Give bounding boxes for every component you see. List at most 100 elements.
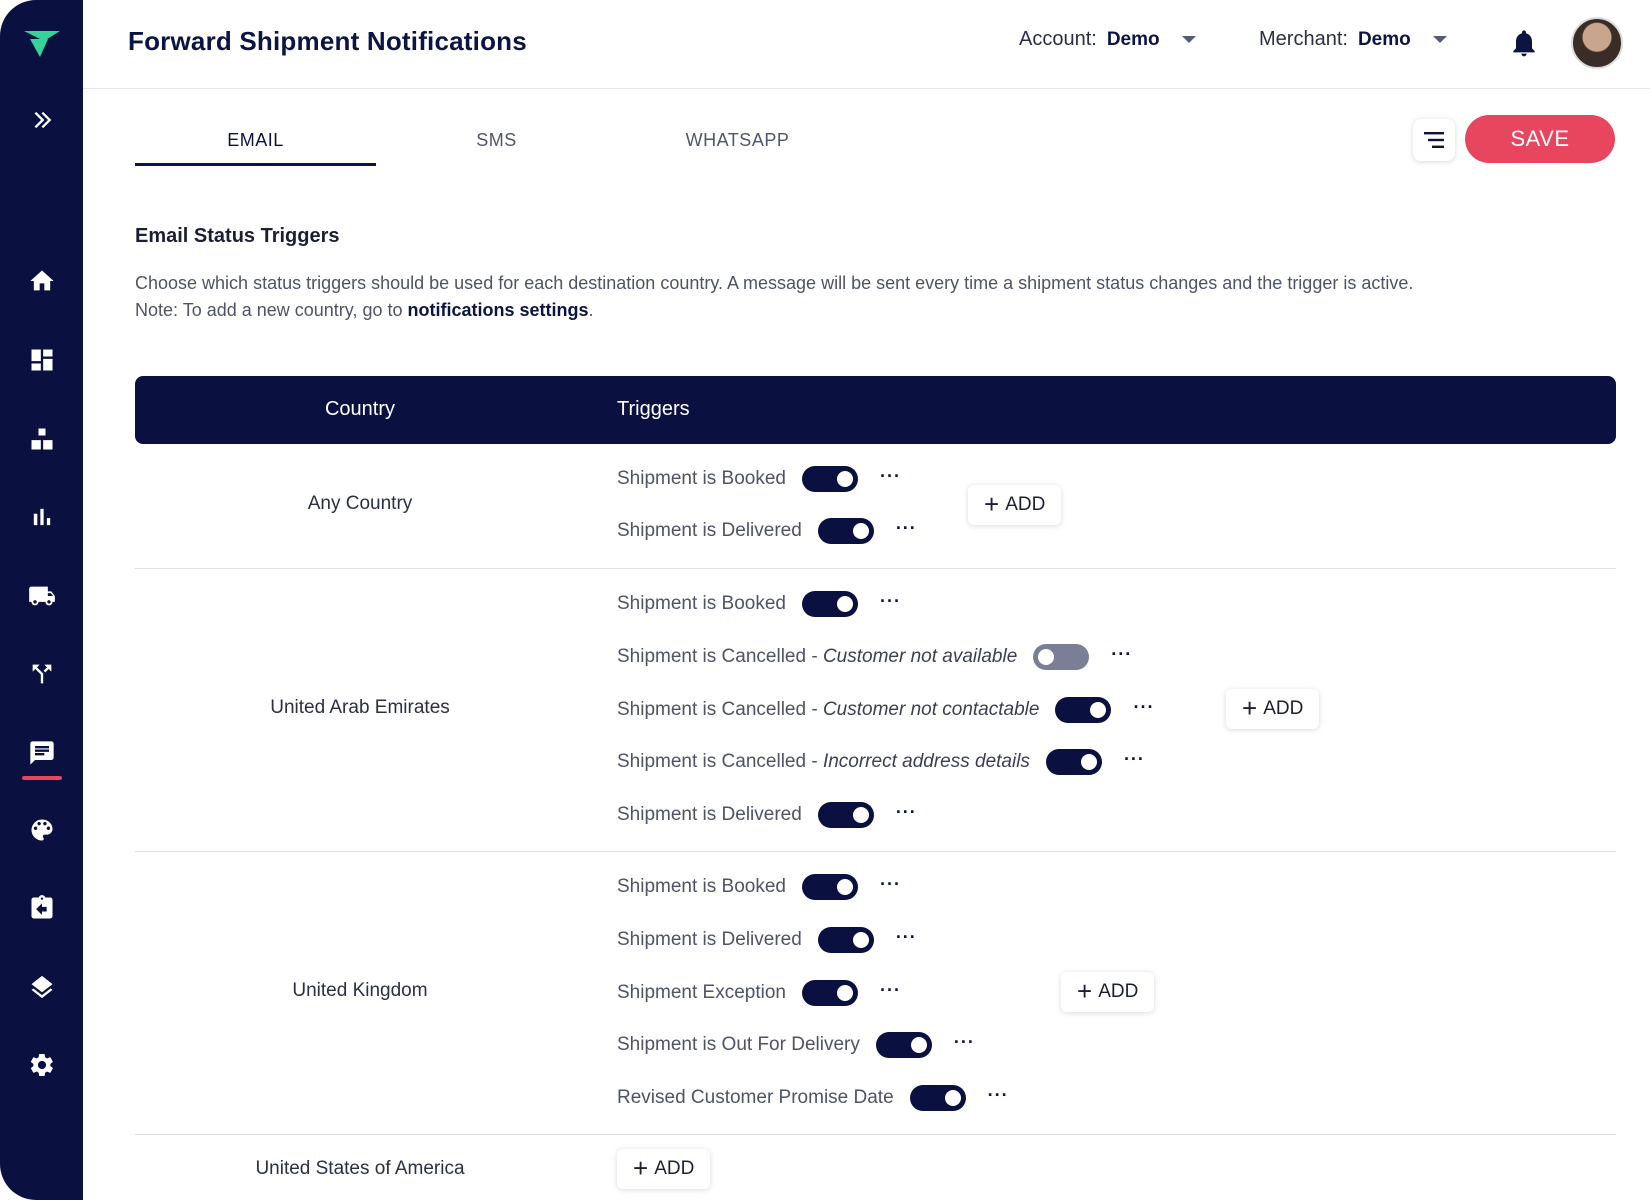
trigger-item: Shipment is Delivered ··· — [617, 516, 917, 546]
trigger-item: Shipment is Out For Delivery ··· — [617, 1030, 975, 1060]
add-trigger-button[interactable]: + ADD — [1061, 972, 1155, 1012]
trigger-label: Shipment is Booked — [617, 593, 786, 614]
row-divider — [135, 1134, 1616, 1135]
trigger-toggle[interactable] — [802, 591, 858, 617]
routing-icon[interactable] — [0, 652, 83, 696]
active-tab-indicator — [135, 163, 376, 166]
more-options-icon[interactable]: ··· — [1124, 750, 1145, 770]
chevron-down-icon — [1432, 36, 1447, 43]
more-options-icon[interactable]: ··· — [880, 875, 901, 895]
column-header-triggers: Triggers — [617, 398, 690, 420]
table-header: Country Triggers — [135, 376, 1616, 444]
add-trigger-button[interactable]: + ADD — [617, 1149, 711, 1189]
logo-icon — [23, 31, 60, 57]
trigger-reason: Customer not available — [822, 646, 1018, 667]
merchant-label: Merchant: — [1259, 28, 1348, 50]
trigger-toggle[interactable] — [802, 466, 858, 492]
trigger-label: Shipment is Cancelled - — [617, 699, 818, 720]
layers-icon[interactable] — [0, 965, 83, 1009]
description-text: Choose which status triggers should be u… — [135, 273, 1414, 293]
dashboard-icon[interactable] — [0, 338, 83, 382]
analytics-icon[interactable] — [0, 495, 83, 539]
trigger-toggle[interactable] — [1055, 697, 1112, 723]
settings-icon[interactable] — [0, 1043, 83, 1087]
trigger-item: Revised Customer Promise Date ··· — [617, 1083, 1009, 1113]
account-value: Demo — [1106, 28, 1160, 50]
trigger-toggle[interactable] — [802, 980, 858, 1006]
chevron-down-icon — [1181, 36, 1196, 43]
expand-sidebar-icon[interactable] — [0, 98, 83, 142]
save-button[interactable]: SAVE — [1465, 115, 1615, 163]
more-options-icon[interactable]: ··· — [880, 981, 901, 1001]
plus-icon: + — [984, 489, 1000, 519]
add-trigger-button[interactable]: + ADD — [1226, 689, 1320, 729]
trigger-item: Shipment is Cancelled - Incorrect addres… — [617, 747, 1145, 777]
trigger-toggle[interactable] — [802, 874, 858, 900]
merchant-selector[interactable]: Merchant: Demo — [1259, 28, 1447, 51]
user-avatar[interactable] — [1571, 17, 1623, 69]
sidebar — [0, 0, 83, 1200]
column-header-country: Country — [324, 398, 396, 420]
more-options-icon[interactable]: ··· — [896, 803, 917, 823]
trigger-label: Shipment is Out For Delivery — [617, 1034, 860, 1055]
trigger-item: Shipment is Booked ··· — [617, 872, 901, 902]
section-description: Choose which status triggers should be u… — [135, 270, 1615, 324]
active-indicator — [22, 776, 62, 780]
description-note: Note: To add a new country, go to — [135, 300, 408, 320]
page-title: Forward Shipment Notifications — [128, 26, 527, 56]
trigger-toggle[interactable] — [817, 927, 874, 953]
more-options-icon[interactable]: ··· — [880, 592, 901, 612]
country-cell: United Arab Emirates — [270, 697, 450, 718]
country-cell: Any Country — [307, 493, 413, 514]
trigger-item: Shipment is Booked ··· — [617, 464, 901, 494]
trigger-reason: Customer not contactable — [822, 699, 1040, 720]
more-options-icon[interactable]: ··· — [954, 1033, 975, 1053]
trigger-toggle[interactable] — [817, 518, 874, 544]
tab-whatsapp[interactable]: WHATSAPP — [617, 124, 858, 168]
trigger-label: Shipment is Delivered — [617, 804, 802, 825]
more-options-icon[interactable]: ··· — [880, 467, 901, 487]
truck-icon[interactable] — [0, 574, 83, 618]
trigger-item: Shipment is Booked ··· — [617, 589, 901, 619]
more-options-icon[interactable]: ··· — [1133, 698, 1154, 718]
trigger-label: Revised Customer Promise Date — [617, 1087, 894, 1108]
trigger-item: Shipment is Delivered ··· — [617, 925, 917, 955]
trigger-item: Shipment is Delivered ··· — [617, 800, 917, 830]
menu-lines-icon — [1424, 132, 1444, 148]
tab-sms[interactable]: SMS — [376, 124, 617, 168]
structure-icon[interactable] — [0, 417, 83, 461]
bell-icon[interactable] — [1508, 26, 1540, 60]
account-selector[interactable]: Account: Demo — [1019, 28, 1196, 51]
trigger-toggle[interactable] — [909, 1085, 966, 1111]
trigger-toggle[interactable] — [875, 1032, 932, 1058]
country-cell: United Kingdom — [292, 980, 428, 1001]
trigger-toggle[interactable] — [817, 802, 874, 828]
row-divider — [135, 851, 1616, 852]
more-options-icon[interactable]: ··· — [988, 1086, 1009, 1106]
palette-icon[interactable] — [0, 808, 83, 852]
trigger-item: Shipment is Cancelled - Customer not ava… — [617, 642, 1132, 672]
trigger-item: Shipment is Cancelled - Customer not con… — [617, 695, 1154, 725]
more-options-icon[interactable]: ··· — [896, 519, 917, 539]
chat-icon[interactable] — [0, 731, 83, 775]
home-icon[interactable] — [0, 259, 83, 303]
trigger-label: Shipment is Delivered — [617, 929, 802, 950]
trigger-toggle[interactable] — [1033, 644, 1090, 670]
row-divider — [135, 568, 1616, 569]
trigger-label: Shipment is Cancelled - — [617, 646, 818, 667]
merchant-value: Demo — [1357, 28, 1411, 50]
description-note-end: . — [588, 300, 594, 320]
filter-menu-button[interactable] — [1413, 119, 1455, 161]
trigger-label: Shipment is Booked — [617, 468, 786, 489]
more-options-icon[interactable]: ··· — [896, 928, 917, 948]
add-trigger-button[interactable]: + ADD — [968, 485, 1062, 525]
trigger-toggle[interactable] — [1045, 749, 1102, 775]
tab-email[interactable]: EMAIL — [135, 124, 376, 168]
plus-icon: + — [1077, 976, 1093, 1006]
notifications-settings-link[interactable]: notifications settings — [408, 300, 589, 320]
app-logo[interactable] — [0, 20, 83, 70]
trigger-item: Shipment Exception ··· — [617, 978, 901, 1008]
more-options-icon[interactable]: ··· — [1111, 645, 1132, 665]
returns-icon[interactable] — [0, 886, 83, 930]
plus-icon: + — [633, 1153, 649, 1183]
